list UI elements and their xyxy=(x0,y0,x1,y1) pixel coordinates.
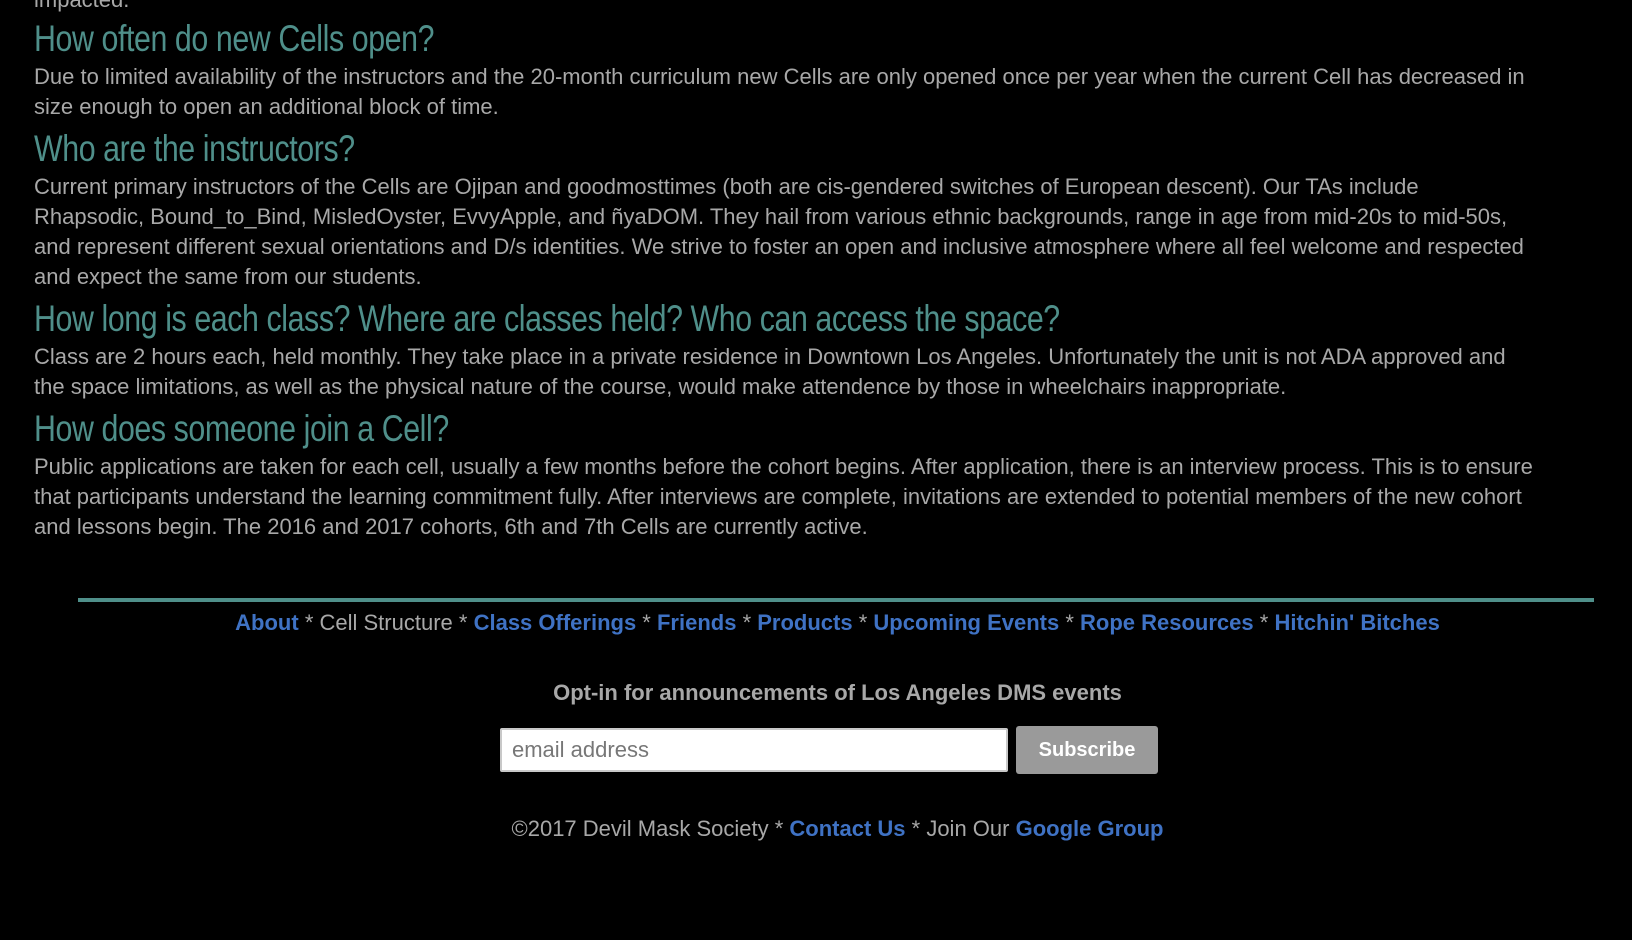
faq-answer: Due to limited availability of the instr… xyxy=(34,64,1525,119)
faq-answer: Public applications are taken for each c… xyxy=(34,454,1533,539)
nav-link-friends[interactable]: Friends xyxy=(657,610,736,635)
faq-answer: Class are 2 hours each, held monthly. Th… xyxy=(34,344,1506,399)
nav-link-class-offerings[interactable]: Class Offerings xyxy=(474,610,637,635)
nav-separator: * xyxy=(736,610,758,635)
nav-link-products[interactable]: Products xyxy=(757,610,852,635)
faq-question: How often do new Cells open? xyxy=(34,18,435,59)
nav-separator: * xyxy=(1059,610,1081,635)
faq-list: How often do new Cells open? Due to limi… xyxy=(34,18,1534,542)
copyright-separator: * xyxy=(768,816,790,841)
footer-divider xyxy=(78,598,1594,602)
nav-separator: * xyxy=(298,610,320,635)
nav-separator: * xyxy=(1253,610,1275,635)
faq-question: Who are the instructors? xyxy=(34,128,355,169)
nav-separator: * xyxy=(636,610,657,635)
contact-us-link[interactable]: Contact Us xyxy=(789,816,905,841)
footer-nav: About * Cell Structure * Class Offerings… xyxy=(0,608,1632,638)
nav-link-hitchin-bitches[interactable]: Hitchin' Bitches xyxy=(1274,610,1439,635)
nav-item-cell-structure: Cell Structure xyxy=(319,610,453,635)
faq-section: impacted. How often do new Cells open? D… xyxy=(34,0,1534,542)
nav-separator: * xyxy=(452,610,474,635)
nav-link-rope-resources[interactable]: Rope Resources xyxy=(1080,610,1254,635)
email-field[interactable] xyxy=(500,728,1008,772)
faq-question: How long is each class? Where are classe… xyxy=(34,298,1060,339)
clipped-previous-answer: impacted. xyxy=(34,0,1534,12)
subscribe-button[interactable]: Subscribe xyxy=(1016,726,1158,774)
faq-question: How does someone join a Cell? xyxy=(34,408,449,449)
nav-link-about[interactable]: About xyxy=(235,610,299,635)
optin-heading: Opt-in for announcements of Los Angeles … xyxy=(553,680,1122,705)
join-text: * Join Our xyxy=(905,816,1016,841)
nav-link-upcoming-events[interactable]: Upcoming Events xyxy=(873,610,1059,635)
faq-answer: Current primary instructors of the Cells… xyxy=(34,174,1524,289)
google-group-link[interactable]: Google Group xyxy=(1016,816,1164,841)
nav-separator: * xyxy=(852,610,874,635)
subscribe-form: Subscribe xyxy=(500,726,1158,774)
copyright-line: ©2017 Devil Mask Society * Contact Us * … xyxy=(0,816,1632,842)
copyright-text: ©2017 Devil Mask Society xyxy=(511,816,769,841)
